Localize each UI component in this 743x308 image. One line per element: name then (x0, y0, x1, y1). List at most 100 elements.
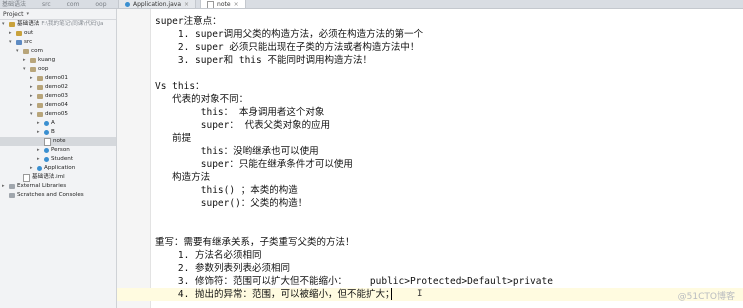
chevron-right-icon[interactable]: ▸ (37, 155, 42, 164)
chevron-down-icon[interactable]: ▾ (27, 11, 32, 17)
tree-item-label: Student (51, 156, 74, 162)
tree-item-label: oop (38, 66, 49, 72)
code-line[interactable]: super： 代表父类对象的应用 (155, 119, 330, 132)
text-file-icon (207, 0, 215, 8)
tab-label: Application.java (133, 1, 182, 8)
tree-item-demo02[interactable]: ▸ demo02 (0, 83, 116, 92)
chevron-down-icon[interactable]: ▾ (9, 38, 14, 47)
tree-item-application[interactable]: ▸ Application (0, 164, 116, 173)
chevron-right-icon[interactable]: ▸ (30, 92, 35, 101)
tree-item-external-libraries[interactable]: ▸ External Libraries (0, 182, 116, 191)
tree-item-label: kuang (38, 57, 56, 63)
code-line[interactable]: 重写：需要有继承关系，子类重写父类的方法！ (155, 236, 355, 249)
code-line[interactable]: 1. 方法名必须相同 (155, 249, 262, 262)
chevron-right-icon[interactable]: ▸ (37, 146, 42, 155)
chevron-right-icon[interactable]: ▸ (37, 119, 42, 128)
tree-item-[interactable]: ▾ 基础语法 F:\我的笔记\同课\代码\Ja (0, 20, 116, 29)
close-icon[interactable]: × (184, 0, 189, 8)
chevron-right-icon[interactable]: ▸ (9, 29, 14, 38)
scratches-icon (9, 193, 15, 198)
code-line[interactable]: 4. 抛出的异常：范围，可以被缩小，但不能扩大； (155, 288, 395, 301)
breadcrumb-item[interactable]: com (67, 1, 80, 8)
tree-item-com[interactable]: ▾ com (0, 47, 116, 56)
source-folder-icon (16, 40, 22, 45)
tree-item-label: demo03 (45, 93, 68, 99)
chevron-right-icon[interactable]: ▸ (30, 101, 35, 110)
chevron-right-icon[interactable]: ▸ (30, 74, 35, 83)
code-line[interactable]: 构造方法 (155, 171, 210, 184)
chevron-down-icon[interactable]: ▾ (16, 47, 21, 56)
code-line[interactable]: 3. 修饰符：范围可以扩大但不能缩小： public>Protected>Def… (155, 275, 553, 288)
tree-item-a[interactable]: ▸ A (0, 119, 116, 128)
class-icon (44, 157, 49, 162)
code-line[interactable]: 1. super调用父类的构造方法，必须在构造方法的第一个 (155, 28, 423, 41)
code-line[interactable]: 代表的对象不同： (155, 93, 248, 106)
tree-item-path: F:\我的笔记\同课\代码\Ja (41, 21, 104, 27)
tree-item-label: src (24, 39, 33, 45)
tree-item-demo04[interactable]: ▸ demo04 (0, 101, 116, 110)
package-icon (37, 112, 43, 117)
line-number-gutter: 22 (117, 9, 151, 308)
tree-item-demo03[interactable]: ▸ demo03 (0, 92, 116, 101)
chevron-down-icon[interactable]: ▾ (2, 20, 7, 29)
chevron-right-icon[interactable]: ▸ (37, 128, 42, 137)
code-line[interactable]: 3. super和 this 不能同时调用构造方法！ (155, 54, 372, 67)
chevron-right-icon[interactable]: ▸ (30, 83, 35, 92)
navigation-bar: 基础语法 src com oop demo05 Application.java… (0, 0, 743, 9)
class-icon (37, 166, 42, 171)
code-line[interactable]: super注意点： (155, 15, 222, 28)
breadcrumb-item[interactable]: src (42, 1, 51, 8)
code-line[interactable]: Vs this： (155, 80, 205, 93)
tree-item-oop[interactable]: ▾ oop (0, 65, 116, 74)
code-line[interactable]: 2. super 必须只能出现在子类的方法或者构造方法中！ (155, 41, 419, 54)
tree-item-label: out (24, 30, 34, 36)
package-icon (37, 94, 43, 99)
chevron-right-icon[interactable]: ▸ (30, 164, 35, 173)
watermark: @51CTO博客 (677, 292, 735, 302)
tree-item-label: demo01 (45, 75, 68, 81)
chevron-right-icon[interactable]: ▸ (23, 56, 28, 65)
tree-item-kuang[interactable]: ▸ kuang (0, 56, 116, 65)
class-icon (44, 121, 49, 126)
text-file-icon (44, 137, 51, 146)
chevron-down-icon[interactable]: ▾ (23, 65, 28, 74)
code-line[interactable]: super：只能在继承条件才可以使用 (155, 158, 353, 171)
editor-area[interactable]: 22 super注意点： 1. super调用父类的构造方法，必须在构造方法的第… (117, 9, 743, 308)
tree-item-label: demo02 (45, 84, 68, 90)
tree-item-out[interactable]: ▸ out (0, 29, 116, 38)
code-text[interactable]: super注意点： 1. super调用父类的构造方法，必须在构造方法的第一个 … (155, 9, 740, 308)
panel-title: Project (3, 10, 24, 18)
tree-item-demo05[interactable]: ▾ demo05 (0, 110, 116, 119)
tree-item-note[interactable]: note (0, 137, 116, 146)
library-icon (9, 184, 15, 189)
tree-item-label: note (53, 138, 66, 144)
code-line[interactable]: 前提 (155, 132, 191, 145)
class-icon (44, 130, 49, 135)
code-line[interactable]: this：没哟继承也可以使用 (155, 145, 319, 158)
tree-item-b[interactable]: ▸ B (0, 128, 116, 137)
chevron-right-icon[interactable]: ▸ (2, 182, 7, 191)
breadcrumb-item[interactable]: 基础语法 (2, 1, 26, 8)
code-line[interactable]: this： 本身调用者这个对象 (155, 106, 325, 119)
tree-item-label: B (51, 129, 55, 135)
tree-item-demo01[interactable]: ▸ demo01 (0, 74, 116, 83)
module-file-icon (23, 173, 30, 182)
project-panel-header[interactable]: Project ▾ (0, 9, 116, 20)
class-icon (125, 2, 130, 7)
breadcrumb-item[interactable]: oop (95, 1, 106, 8)
tree-item-iml[interactable]: 基础语法.iml (0, 173, 116, 182)
tab-application-java[interactable]: Application.java × (118, 0, 197, 8)
tree-item-person[interactable]: ▸ Person (0, 146, 116, 155)
tree-item-label: Person (51, 147, 70, 153)
chevron-down-icon[interactable]: ▾ (30, 110, 35, 119)
code-line[interactable]: 2. 参数列表列表必须相同 (155, 262, 290, 275)
close-icon[interactable]: × (234, 0, 239, 8)
tree-item-src[interactable]: ▾ src (0, 38, 116, 47)
editor-tabs: Application.java × note × (118, 0, 246, 8)
tree-item-student[interactable]: ▸ Student (0, 155, 116, 164)
tree-item-scratches-and-consoles[interactable]: Scratches and Consoles (0, 191, 116, 200)
package-icon (37, 85, 43, 90)
code-line[interactable]: super()：父类的构造！ (155, 197, 308, 210)
tab-note[interactable]: note × (200, 0, 246, 8)
code-line[interactable]: this() ；本类的构造 (155, 184, 298, 197)
